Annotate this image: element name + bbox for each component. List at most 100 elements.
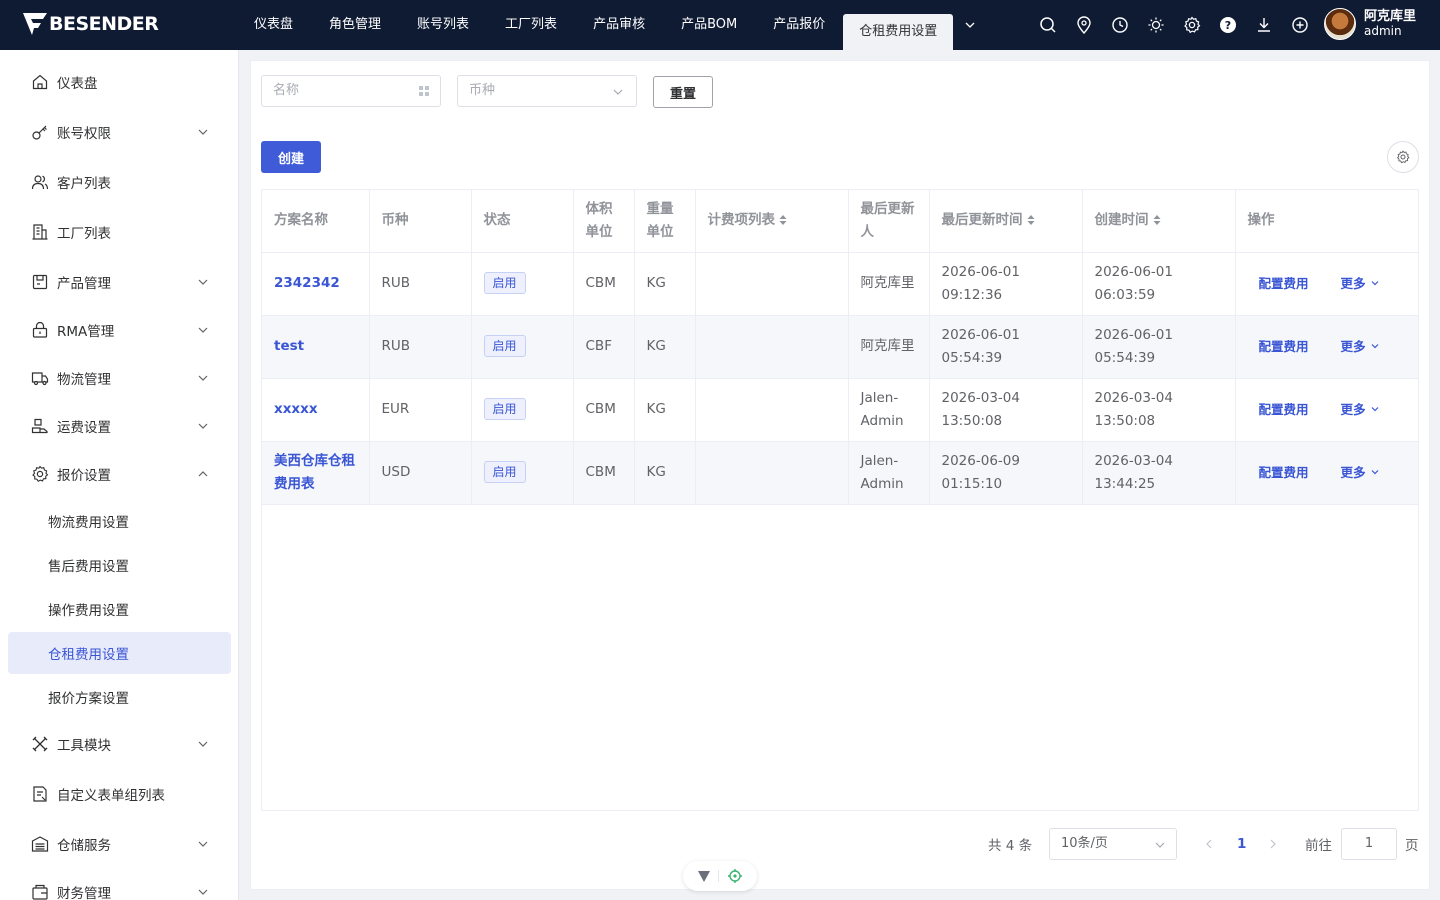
nav-item-roles[interactable]: 角色管理	[311, 0, 399, 50]
sort-icon[interactable]	[1153, 214, 1161, 226]
settings-button[interactable]	[1174, 0, 1210, 50]
table-row: test RUB 启用 CBF KG 阿克库里 2026-06-01 05:54…	[262, 315, 1418, 379]
status-badge: 启用	[483, 461, 526, 483]
chevron-down-icon	[1155, 842, 1165, 848]
more-dropdown[interactable]: 更多	[1341, 402, 1380, 417]
sidebar-sub-operation-fee[interactable]: 操作费用设置	[8, 588, 231, 630]
config-fee-link[interactable]: 配置费用	[1259, 402, 1309, 417]
grid-icon	[419, 86, 429, 96]
nav-item-factories[interactable]: 工厂列表	[487, 0, 575, 50]
lock-icon	[31, 321, 49, 339]
reset-button[interactable]: 重置	[653, 76, 713, 108]
content-panel: 名称 币种 重置 创建 方案名称 币种 状态 体积单位 重量单位 计费项列表 最…	[250, 60, 1430, 890]
page-number-current[interactable]: 1	[1237, 828, 1246, 860]
logo-mark-icon[interactable]	[697, 869, 711, 883]
currency-select[interactable]: 币种	[457, 75, 637, 107]
sidebar-item-products[interactable]: 产品管理	[0, 262, 238, 302]
chevron-down-icon	[1371, 469, 1379, 474]
next-page-button[interactable]	[1267, 828, 1279, 860]
volume-unit-cell: CBM	[573, 441, 635, 505]
status-badge: 启用	[483, 272, 526, 294]
create-button[interactable]: 创建	[261, 141, 321, 173]
brand-logo[interactable]: BESENDER	[22, 12, 159, 36]
clock-icon	[1112, 17, 1128, 33]
help-button[interactable]: ?	[1210, 0, 1246, 50]
chevron-down-icon	[198, 129, 208, 135]
sidebar-item-dashboard[interactable]: 仪表盘	[0, 62, 238, 102]
col-header-status: 状态	[471, 190, 574, 253]
floating-toolbar	[683, 861, 757, 891]
page-size-select[interactable]: 10条/页	[1049, 828, 1177, 860]
nav-item-product-quote[interactable]: 产品报价	[755, 0, 843, 50]
nav-item-product-bom[interactable]: 产品BOM	[663, 0, 755, 50]
nav-item-accounts[interactable]: 账号列表	[399, 0, 487, 50]
sidebar-sub-storage-fee[interactable]: 仓租费用设置	[8, 632, 231, 674]
sidebar-item-custom-forms[interactable]: 自定义表单组列表	[0, 774, 238, 814]
add-button[interactable]	[1282, 0, 1318, 50]
actions-cell: 配置费用 更多	[1235, 315, 1418, 379]
weight-unit-cell: KG	[634, 315, 696, 379]
col-header-fee-items[interactable]: 计费项列表	[695, 190, 849, 253]
sidebar-item-factories[interactable]: 工厂列表	[0, 212, 238, 252]
sidebar-item-finance[interactable]: 财务管理	[0, 872, 238, 900]
plan-name-link[interactable]: test	[274, 338, 304, 354]
avatar[interactable]	[1324, 8, 1356, 40]
location-button[interactable]	[1066, 0, 1102, 50]
column-settings-button[interactable]	[1387, 141, 1419, 173]
goto-label: 前往	[1305, 838, 1332, 854]
nav-more-button[interactable]	[953, 0, 987, 50]
col-header-actions: 操作	[1235, 190, 1418, 253]
actions-cell: 配置费用 更多	[1235, 252, 1418, 316]
theme-button[interactable]	[1138, 0, 1174, 50]
goto-page-input[interactable]: 1	[1341, 828, 1397, 860]
volume-unit-cell: CBF	[573, 315, 635, 379]
nav-item-dashboard[interactable]: 仪表盘	[236, 0, 311, 50]
box-icon	[31, 273, 49, 291]
sidebar-sub-logistics-fee[interactable]: 物流费用设置	[8, 500, 231, 542]
prev-page-button[interactable]	[1203, 828, 1215, 860]
sidebar-item-account-permissions[interactable]: 账号权限	[0, 112, 238, 152]
updater-cell: Jalen-Admin	[848, 441, 930, 505]
sidebar-sub-aftersales-fee[interactable]: 售后费用设置	[8, 544, 231, 586]
finance-icon	[31, 883, 49, 900]
sidebar-item-quote-settings[interactable]: 报价设置	[0, 454, 238, 494]
sidebar-item-rma[interactable]: RMA管理	[0, 310, 238, 350]
config-fee-link[interactable]: 配置费用	[1259, 339, 1309, 354]
more-dropdown[interactable]: 更多	[1341, 465, 1380, 480]
table-row: xxxxx EUR 启用 CBM KG Jalen-Admin 2026-03-…	[262, 378, 1418, 442]
more-dropdown[interactable]: 更多	[1341, 339, 1380, 354]
target-icon[interactable]	[727, 868, 743, 884]
col-header-updater: 最后更新人	[848, 190, 930, 253]
weight-unit-cell: KG	[634, 441, 696, 505]
col-header-updated-time[interactable]: 最后更新时间	[929, 190, 1083, 253]
more-dropdown[interactable]: 更多	[1341, 276, 1380, 291]
sort-icon[interactable]	[1027, 214, 1035, 226]
user-menu[interactable]: 阿克库里 admin	[1324, 8, 1416, 40]
updater-cell: 阿克库里	[848, 315, 930, 379]
nav-item-active-tab[interactable]: 仓租费用设置	[843, 14, 954, 50]
chevron-down-icon	[1371, 343, 1379, 348]
plan-name-link[interactable]: 2342342	[274, 275, 340, 291]
sidebar-item-freight[interactable]: 运费设置	[0, 406, 238, 446]
sidebar-sub-quote-plan[interactable]: 报价方案设置	[8, 676, 231, 718]
sidebar-item-warehouse[interactable]: 仓储服务	[0, 824, 238, 864]
plan-name-link[interactable]: 美西仓库仓租费用表	[274, 453, 355, 492]
sidebar-item-logistics[interactable]: 物流管理	[0, 358, 238, 398]
sidebar-item-tools[interactable]: 工具模块	[0, 724, 238, 764]
plan-name-link[interactable]: xxxxx	[274, 401, 318, 417]
updated-time-cell: 2026-06-01 09:12:36	[929, 252, 1083, 316]
fee-items-cell	[695, 378, 849, 442]
search-button[interactable]	[1030, 0, 1066, 50]
download-button[interactable]	[1246, 0, 1282, 50]
history-button[interactable]	[1102, 0, 1138, 50]
name-filter-placeholder: 名称	[273, 83, 300, 98]
config-fee-link[interactable]: 配置费用	[1259, 465, 1309, 480]
table-row: 美西仓库仓租费用表 USD 启用 CBM KG Jalen-Admin 2026…	[262, 441, 1418, 505]
config-fee-link[interactable]: 配置费用	[1259, 276, 1309, 291]
more-label: 更多	[1340, 401, 1366, 417]
name-filter-input[interactable]: 名称	[261, 75, 441, 107]
sort-icon[interactable]	[779, 214, 787, 226]
col-header-created-time[interactable]: 创建时间	[1082, 190, 1236, 253]
sidebar-item-customers[interactable]: 客户列表	[0, 162, 238, 202]
nav-item-product-review[interactable]: 产品审核	[575, 0, 663, 50]
